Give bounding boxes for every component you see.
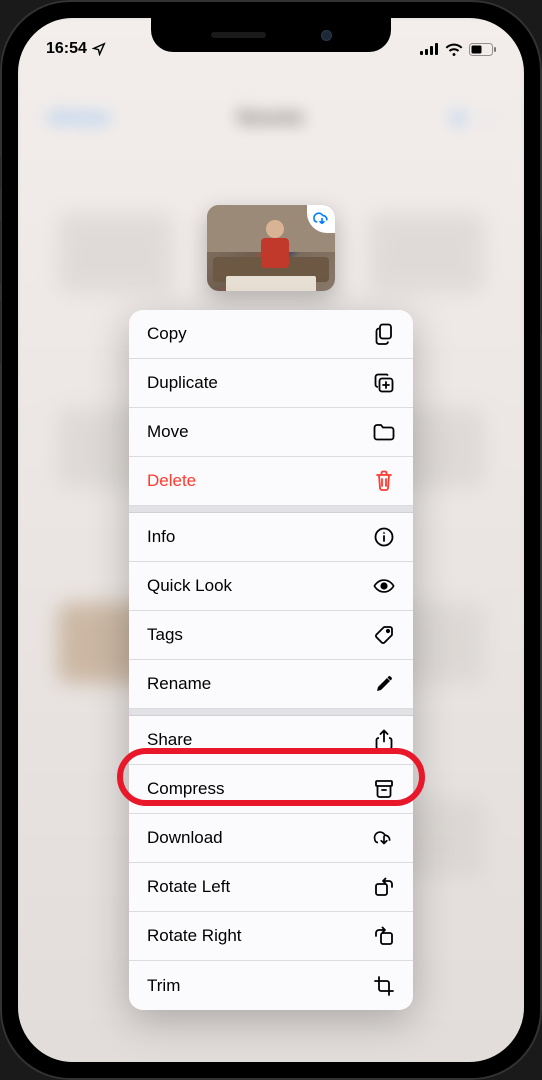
- pencil-icon: [373, 673, 395, 695]
- menu-label: Quick Look: [147, 576, 232, 596]
- menu-label: Rotate Left: [147, 877, 230, 897]
- menu-item-rename[interactable]: Rename: [129, 660, 413, 709]
- duplicate-icon: [373, 372, 395, 394]
- volume-up-button: [0, 220, 1, 285]
- menu-label: Tags: [147, 625, 183, 645]
- rotate-left-icon: [373, 876, 395, 898]
- rotate-right-icon: [373, 925, 395, 947]
- menu-item-download[interactable]: Download: [129, 814, 413, 863]
- menu-label: Compress: [147, 779, 224, 799]
- eye-icon: [373, 575, 395, 597]
- menu-item-trim[interactable]: Trim: [129, 961, 413, 1010]
- menu-label: Rename: [147, 674, 211, 694]
- menu-item-duplicate[interactable]: Duplicate: [129, 359, 413, 408]
- share-icon: [373, 729, 395, 751]
- menu-label: Info: [147, 527, 175, 547]
- menu-label: Download: [147, 828, 223, 848]
- cellular-signal-icon: [420, 43, 439, 55]
- screen: 16:54 ‹Browse Recents: [18, 18, 524, 1062]
- archive-icon: [373, 778, 395, 800]
- menu-label: Rotate Right: [147, 926, 242, 946]
- location-arrow-icon: [92, 42, 106, 56]
- menu-label: Trim: [147, 976, 180, 996]
- menu-item-rotate-right[interactable]: Rotate Right: [129, 912, 413, 961]
- menu-label: Copy: [147, 324, 187, 344]
- mute-switch: [0, 155, 1, 190]
- menu-item-compress[interactable]: Compress: [129, 765, 413, 814]
- earpiece-speaker: [211, 32, 266, 38]
- trash-icon: [373, 470, 395, 492]
- phone-frame: 16:54 ‹Browse Recents: [0, 0, 542, 1080]
- menu-separator: [129, 506, 413, 513]
- menu-separator: [129, 709, 413, 716]
- status-time: 16:54: [46, 40, 87, 58]
- video-thumbnail: [207, 205, 335, 291]
- menu-item-copy[interactable]: Copy: [129, 310, 413, 359]
- notch: [151, 18, 391, 52]
- cloud-download-icon: [373, 827, 395, 849]
- menu-item-delete[interactable]: Delete: [129, 457, 413, 506]
- volume-down-button: [0, 300, 1, 365]
- menu-item-tags[interactable]: Tags: [129, 611, 413, 660]
- menu-label: Move: [147, 422, 189, 442]
- menu-item-move[interactable]: Move: [129, 408, 413, 457]
- menu-label: Duplicate: [147, 373, 218, 393]
- folder-icon: [373, 421, 395, 443]
- menu-item-share[interactable]: Share: [129, 716, 413, 765]
- tag-icon: [373, 624, 395, 646]
- file-preview-thumbnail[interactable]: [207, 205, 335, 291]
- context-menu: Copy Duplicate Move Delete: [129, 310, 413, 1010]
- wifi-icon: [445, 43, 463, 56]
- blurred-nav-bar: ‹Browse Recents ⊞⋯: [18, 73, 524, 168]
- copy-icon: [373, 323, 395, 345]
- front-camera: [321, 30, 332, 41]
- crop-icon: [373, 975, 395, 997]
- menu-item-rotate-left[interactable]: Rotate Left: [129, 863, 413, 912]
- battery-icon: [469, 43, 496, 56]
- menu-label: Share: [147, 730, 192, 750]
- info-icon: [373, 526, 395, 548]
- menu-item-quicklook[interactable]: Quick Look: [129, 562, 413, 611]
- menu-label: Delete: [147, 471, 196, 491]
- menu-item-info[interactable]: Info: [129, 513, 413, 562]
